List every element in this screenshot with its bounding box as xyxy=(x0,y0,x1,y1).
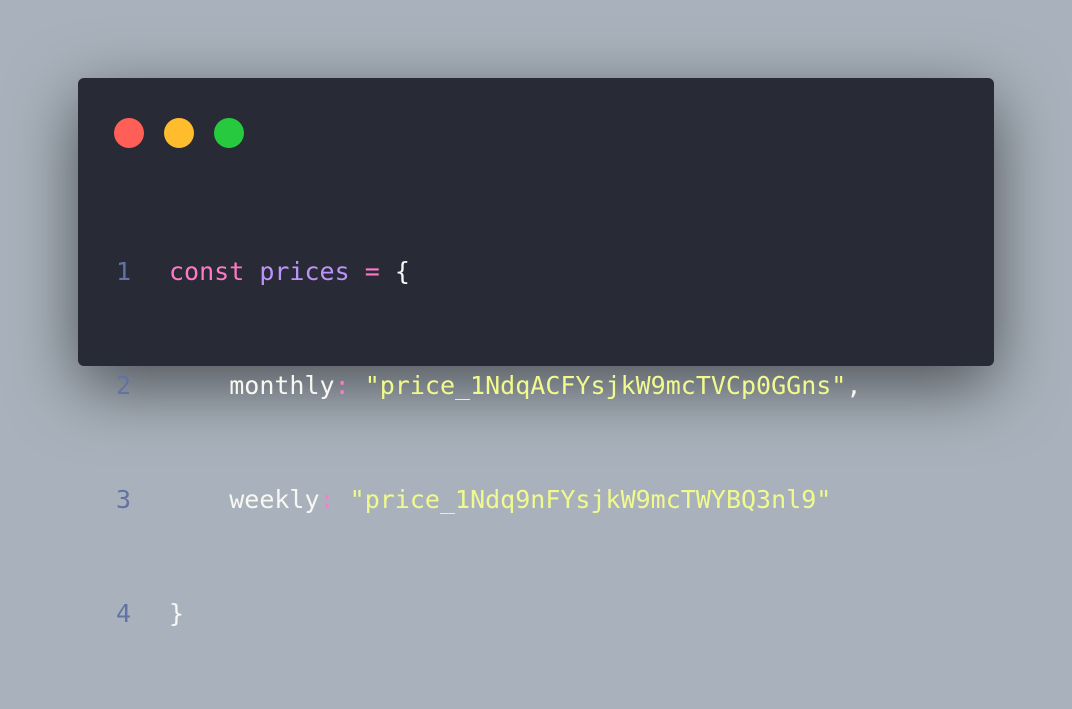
code-line-1: 1 const prices = { xyxy=(116,253,861,291)
code-window: 1 const prices = { 2 monthly: "price_1Ndq… xyxy=(78,78,994,628)
property-name: weekly xyxy=(229,485,320,514)
comma: , xyxy=(846,371,862,400)
open-brace: { xyxy=(394,257,410,286)
line-number: 2 xyxy=(116,371,132,400)
code-line-2: 2 monthly: "price_1NdqACFYsjkW9mcTVCp0GG… xyxy=(116,367,861,405)
colon: : xyxy=(334,371,350,400)
keyword: const xyxy=(169,257,245,286)
line-number: 4 xyxy=(116,599,132,628)
code-line-3: 3 weekly: "price_1Ndq9nFYsjkW9mcTWYBQ3nl… xyxy=(116,481,861,519)
colon: : xyxy=(319,485,335,514)
close-brace: } xyxy=(169,599,185,628)
line-number: 3 xyxy=(116,485,132,514)
assignment-operator: = xyxy=(364,257,380,286)
close-dot-icon xyxy=(114,118,144,148)
line-number: 1 xyxy=(116,257,132,286)
variable-name: prices xyxy=(259,257,350,286)
property-name: monthly xyxy=(229,371,335,400)
string-value: "price_1Ndq9nFYsjkW9mcTWYBQ3nl9" xyxy=(349,485,832,514)
code-block: 1 const prices = { 2 monthly: "price_1Ndq… xyxy=(116,177,861,709)
string-value: "price_1NdqACFYsjkW9mcTVCp0GGns" xyxy=(364,371,847,400)
maximize-dot-icon xyxy=(214,118,244,148)
minimize-dot-icon xyxy=(164,118,194,148)
code-line-4: 4} xyxy=(116,595,861,633)
